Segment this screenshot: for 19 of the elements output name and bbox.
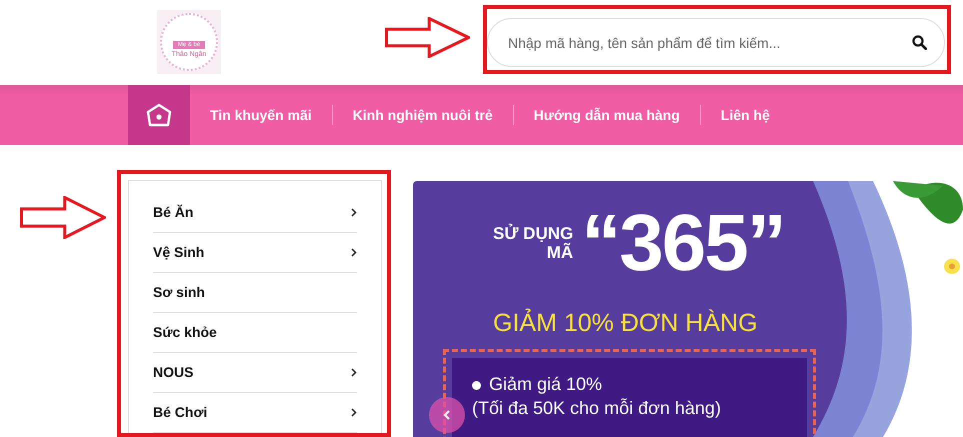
banner-text: Giảm giá 10% bbox=[489, 374, 602, 394]
category-link[interactable]: Bé Ăn bbox=[153, 202, 194, 223]
category-link[interactable]: NOUS bbox=[153, 362, 194, 383]
promo-code: “365” bbox=[581, 203, 785, 283]
banner-headline: GIẢM 10% ĐƠN HÀNG bbox=[493, 308, 758, 339]
home-button[interactable] bbox=[128, 85, 190, 145]
banner-text: (Tối đa 50K cho mỗi đơn hàng) bbox=[472, 397, 722, 420]
home-icon bbox=[146, 103, 172, 127]
category-link[interactable]: Sơ sinh bbox=[153, 282, 205, 303]
bullet-icon bbox=[472, 380, 481, 390]
search-icon[interactable] bbox=[912, 35, 927, 50]
category-link[interactable]: Sức khỏe bbox=[153, 322, 217, 343]
banner-text: MÃ bbox=[546, 243, 574, 262]
banner-text: SỬ DỤNG bbox=[493, 224, 574, 243]
category-link[interactable]: Bé Chơi bbox=[153, 402, 208, 423]
carousel-prev-button[interactable] bbox=[429, 397, 465, 433]
chevron-left-icon bbox=[443, 410, 451, 420]
search-field[interactable]: Nhập mã hàng, tên sản phẩm để tìm kiếm... bbox=[487, 18, 945, 67]
category-link[interactable]: Vệ Sinh bbox=[153, 242, 204, 263]
